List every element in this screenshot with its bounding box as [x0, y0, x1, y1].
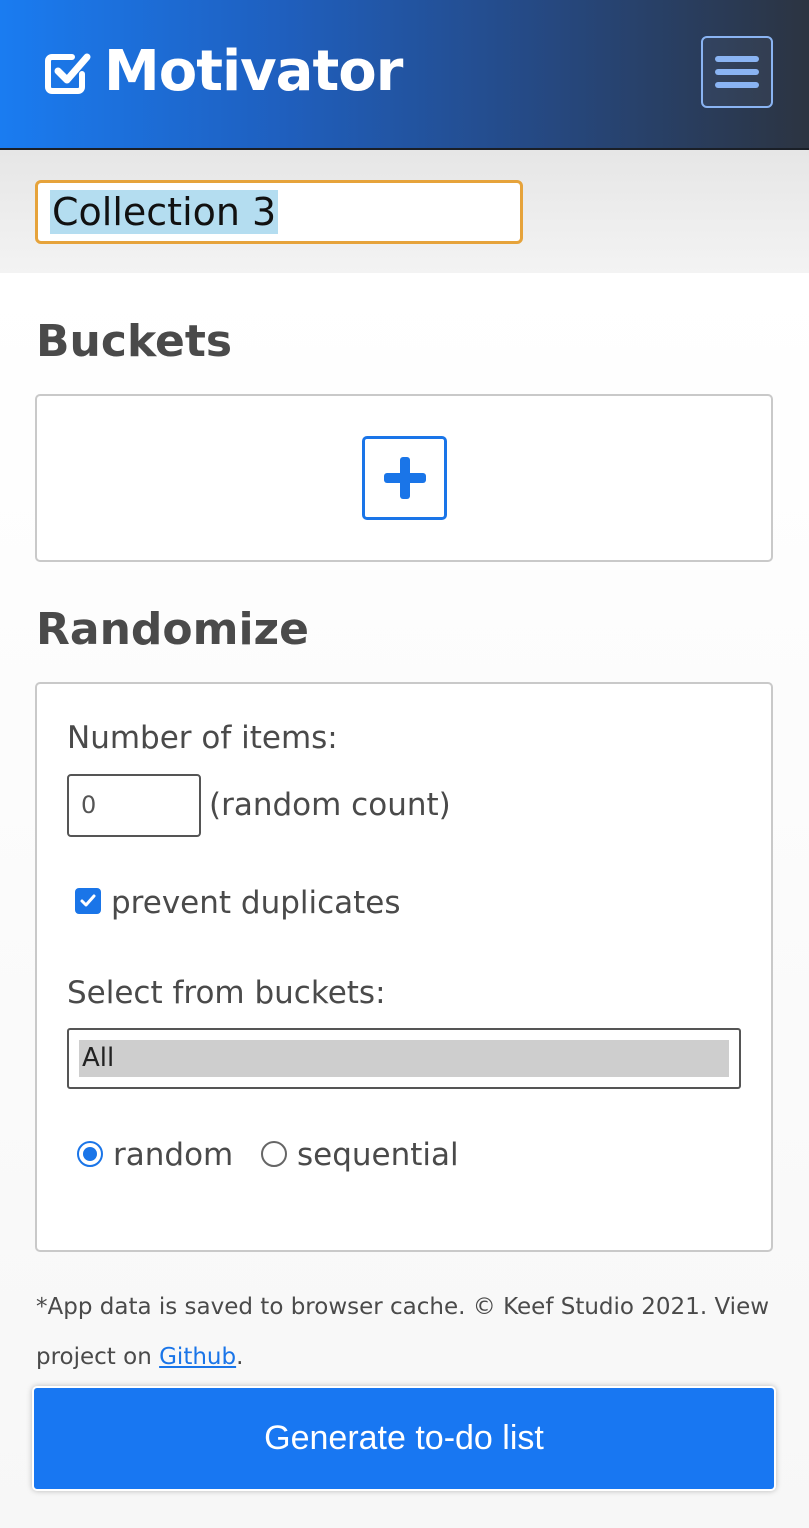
random-count-hint: (random count) [209, 787, 451, 823]
prevent-duplicates-label: prevent duplicates [111, 885, 401, 921]
sequential-radio[interactable] [261, 1141, 287, 1167]
randomize-heading: Randomize [36, 604, 310, 655]
check-square-icon [45, 53, 91, 94]
add-bucket-button[interactable] [362, 436, 447, 520]
random-radio[interactable] [77, 1141, 103, 1167]
item-count-input[interactable]: 0 [67, 774, 201, 837]
random-radio-label: random [113, 1137, 234, 1173]
app-title: Motivator [104, 39, 403, 104]
app-header: Motivator [0, 0, 809, 150]
generate-todo-button[interactable]: Generate to-do list [32, 1386, 776, 1491]
number-of-items-label: Number of items: [67, 720, 338, 756]
collection-name-input[interactable]: Collection 3 [35, 180, 523, 244]
footer-note-text: *App data is saved to browser cache. © K… [36, 1294, 770, 1370]
collection-name-value: Collection 3 [50, 190, 279, 234]
bucket-select[interactable]: All [67, 1028, 741, 1089]
plus-icon [383, 457, 426, 499]
buckets-heading: Buckets [36, 316, 233, 367]
footer-note: *App data is saved to browser cache. © K… [36, 1282, 776, 1382]
collection-bar: Collection 3 [0, 150, 809, 273]
hamburger-icon [715, 56, 759, 88]
bucket-select-option[interactable]: All [79, 1040, 729, 1077]
checkmark-icon [80, 894, 96, 907]
prevent-duplicates-checkbox[interactable] [75, 888, 101, 914]
app-logo[interactable]: Motivator [42, 39, 403, 104]
select-buckets-label: Select from buckets: [67, 975, 386, 1011]
menu-toggle-button[interactable] [701, 36, 773, 108]
github-link[interactable]: Github [159, 1344, 236, 1370]
footer-note-suffix: . [236, 1344, 244, 1370]
sequential-radio-label: sequential [297, 1137, 459, 1173]
